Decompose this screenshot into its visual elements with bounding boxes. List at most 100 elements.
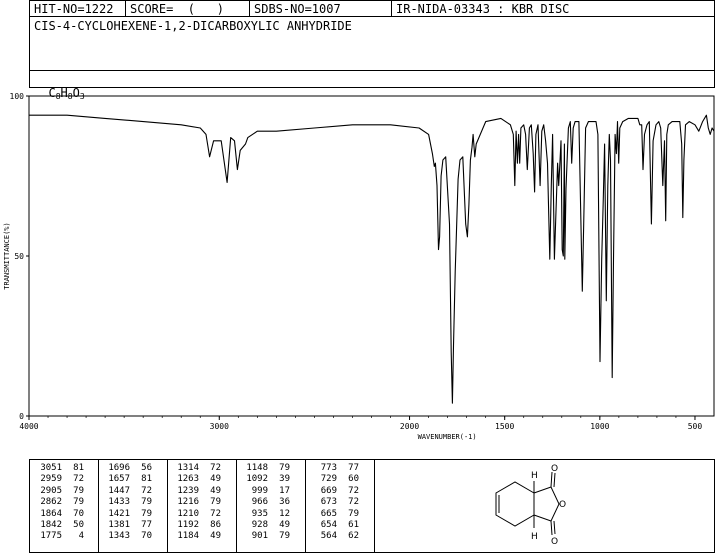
peak-row: 3051 81 (36, 463, 84, 474)
peak-wavenumber: 1239 (177, 485, 199, 496)
peak-transmittance: 61 (348, 519, 359, 530)
peak-row: 1657 81 (104, 474, 152, 485)
peak-wavenumber: 1421 (108, 508, 130, 519)
peak-table-divider (236, 459, 237, 553)
x-tick-label: 2000 (400, 422, 419, 431)
structure-h-top: H (531, 471, 538, 481)
y-axis-label: TRANSMITTANCE(%) (3, 222, 11, 289)
peak-transmittance: 39 (279, 474, 290, 485)
structure-o-top: O (551, 464, 558, 474)
peak-row: 665 79 (311, 509, 359, 520)
peak-wavenumber: 1696 (108, 463, 130, 473)
peak-wavenumber: 773 (320, 463, 337, 473)
x-tick-label: 500 (688, 422, 703, 431)
peak-transmittance: 81 (141, 474, 152, 485)
structure-h-bottom: H (531, 532, 538, 542)
peak-transmittance: 86 (210, 519, 221, 530)
peak-transmittance: 60 (348, 474, 359, 485)
peak-wavenumber: 1192 (177, 519, 199, 530)
peak-row: 564 62 (311, 531, 359, 542)
peak-row: 1314 72 (173, 463, 221, 474)
formula-box (29, 70, 715, 88)
peak-row: 966 36 (242, 497, 290, 508)
peak-wavenumber: 1314 (177, 463, 199, 473)
peak-row: 1421 79 (104, 509, 152, 520)
peak-transmittance: 79 (279, 463, 290, 473)
peak-transmittance: 79 (73, 485, 84, 496)
cyclohexane-ring (495, 481, 535, 527)
molecular-structure: H O O O H (495, 464, 566, 547)
peak-transmittance: 17 (279, 485, 290, 496)
carbonyl-top-2 (553, 472, 556, 488)
carbonyl-bottom (550, 520, 553, 536)
peak-row: 1239 49 (173, 486, 221, 497)
peak-transmittance: 79 (73, 497, 84, 508)
x-axis-label: WAVENUMBER(-1) (418, 433, 477, 441)
peak-row: 1210 72 (173, 509, 221, 520)
sdbs-number: SDBS-NO=1007 (254, 2, 341, 16)
peak-wavenumber: 1842 (40, 519, 62, 530)
peak-transmittance: 77 (141, 519, 152, 530)
x-tick-label: 1000 (590, 422, 609, 431)
peak-wavenumber: 564 (320, 531, 337, 542)
peak-wavenumber: 654 (320, 519, 337, 530)
ir-spectrum-chart: 4000 3000 2000 1500 1000 500 0 50 100 WAVENUMBER(… (3, 92, 715, 441)
y-tick-label: 50 (14, 252, 24, 261)
peak-transmittance: 79 (141, 508, 152, 519)
peak-row: 901 79 (242, 531, 290, 542)
ir-identifier: IR-NIDA-03343 : KBR DISC (396, 2, 570, 16)
peak-wavenumber: 2862 (40, 497, 62, 508)
compound-name: CIS-4-CYCLOHEXENE-1,2-DICARBOXYLIC ANHYD… (34, 19, 352, 33)
peak-table-divider (305, 459, 306, 553)
peak-transmittance: 72 (348, 485, 359, 496)
peak-transmittance: 72 (73, 474, 84, 485)
peak-transmittance: 70 (73, 508, 84, 519)
carbonyl-top (550, 471, 553, 488)
spectrum-line (29, 114, 715, 404)
peak-row: 935 12 (242, 509, 290, 520)
peak-transmittance: 79 (210, 497, 221, 508)
peak-wavenumber: 1775 (40, 531, 62, 542)
peak-column: 1314 72 1263 49 1239 49 1216 79 1210 72 1192 86 1184… (173, 463, 221, 543)
peak-transmittance: 72 (348, 497, 359, 508)
peak-row: 673 72 (311, 497, 359, 508)
peak-row: 1192 86 (173, 520, 221, 531)
structure-o-ring: O (559, 500, 566, 510)
peak-row: 928 49 (242, 520, 290, 531)
peak-row: 1216 79 (173, 497, 221, 508)
score: SCORE= ( ) (130, 2, 224, 16)
peak-column: 773 77 729 60 669 72 673 72 665 79 654 61 564 62 (311, 463, 359, 543)
peak-transmittance: 72 (141, 485, 152, 496)
peak-wavenumber: 669 (320, 485, 337, 496)
peak-row: 1263 49 (173, 474, 221, 485)
peak-row: 1447 72 (104, 486, 152, 497)
peak-transmittance: 56 (141, 463, 152, 473)
peak-transmittance: 49 (210, 485, 221, 496)
peak-row: 999 17 (242, 486, 290, 497)
peak-wavenumber: 1864 (40, 508, 62, 519)
peak-wavenumber: 1216 (177, 497, 199, 508)
peak-wavenumber: 1381 (108, 519, 130, 530)
peak-wavenumber: 729 (320, 474, 337, 485)
peak-transmittance: 12 (279, 508, 290, 519)
peak-transmittance: 79 (279, 531, 290, 542)
x-tick-label: 3000 (210, 422, 229, 431)
peak-row: 1184 49 (173, 531, 221, 542)
peak-row: 1696 56 (104, 463, 152, 474)
peak-wavenumber: 1433 (108, 497, 130, 508)
peak-row: 2862 79 (36, 497, 84, 508)
peak-row: 1148 79 (242, 463, 290, 474)
peak-transmittance: 81 (73, 463, 84, 473)
peak-row: 1842 50 (36, 520, 84, 531)
peak-table-divider (374, 459, 375, 553)
peak-transmittance: 72 (210, 508, 221, 519)
peak-column: 3051 81 2959 72 2905 79 2862 79 1864 70 1842 50 1775… (36, 463, 84, 543)
peak-row: 1433 79 (104, 497, 152, 508)
peak-transmittance: 79 (348, 508, 359, 519)
y-tick-label: 100 (10, 92, 25, 101)
peak-transmittance: 49 (279, 519, 290, 530)
peak-row: 1381 77 (104, 520, 152, 531)
peak-table-divider (167, 459, 168, 553)
peak-wavenumber: 1148 (246, 463, 268, 473)
peak-row: 654 61 (311, 520, 359, 531)
